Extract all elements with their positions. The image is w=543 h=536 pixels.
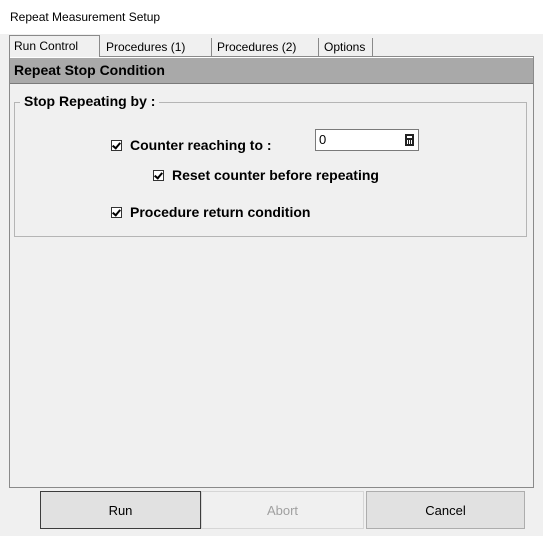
window-title: Repeat Measurement Setup [0, 0, 543, 34]
tab-strip: Run Control Procedures (1) Procedures (2… [9, 35, 534, 57]
counter-checkbox-row[interactable]: Counter reaching to : [111, 136, 272, 154]
run-control-panel: Repeat Stop Condition Stop Repeating by … [9, 56, 534, 488]
cancel-button[interactable]: Cancel [366, 491, 525, 529]
counter-input[interactable]: 0 [315, 129, 419, 151]
tab-procedures-1[interactable]: Procedures (1) [102, 38, 212, 56]
counter-checkbox[interactable] [111, 139, 122, 151]
tab-options[interactable]: Options [320, 38, 373, 56]
button-bar: Run Abort Cancel [0, 488, 543, 536]
counter-label: Counter reaching to : [130, 137, 272, 153]
tab-run-control[interactable]: Run Control [9, 35, 100, 57]
repeat-measurement-dialog: Repeat Measurement Setup Run Control Pro… [0, 0, 543, 536]
calculator-icon[interactable] [405, 134, 414, 146]
group-legend: Stop Repeating by : [20, 93, 160, 109]
counter-value: 0 [319, 132, 327, 147]
section-header: Repeat Stop Condition [10, 57, 533, 84]
reset-counter-label: Reset counter before repeating [172, 167, 379, 183]
procedure-return-checkbox-row[interactable]: Procedure return condition [111, 203, 310, 221]
run-button[interactable]: Run [40, 491, 201, 529]
procedure-return-checkbox[interactable] [111, 206, 122, 218]
tab-procedures-2[interactable]: Procedures (2) [213, 38, 319, 56]
reset-counter-checkbox[interactable] [153, 169, 164, 181]
abort-button[interactable]: Abort [201, 491, 364, 529]
reset-counter-checkbox-row[interactable]: Reset counter before repeating [153, 166, 379, 184]
procedure-return-label: Procedure return condition [130, 204, 311, 220]
